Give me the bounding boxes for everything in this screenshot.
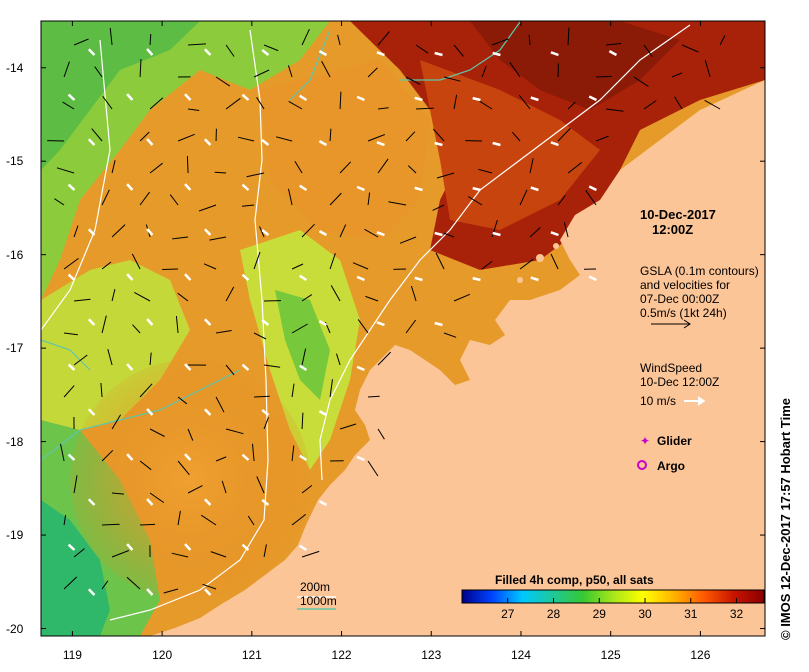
map-date: 10-Dec-2017	[640, 207, 716, 222]
lon-tick-label: 123	[421, 648, 442, 662]
current-arrow	[596, 75, 612, 78]
glider-label: Glider	[657, 434, 692, 448]
lon-tick-label: 119	[62, 648, 82, 662]
gsla-text-1: GSLA (0.1m contours)	[640, 264, 759, 278]
sst-map: ✦	[40, 20, 766, 637]
colorbar-title: Filled 4h comp, p50, all sats	[495, 573, 654, 587]
glider-marker: ✦	[640, 434, 650, 448]
lon-tick-label: 126	[690, 648, 711, 662]
contour-200m-label: 200m	[300, 580, 331, 594]
warm-center	[70, 360, 310, 600]
island	[553, 243, 559, 249]
wind-text-1: WindSpeed	[640, 361, 703, 375]
colorbar-tick-label: 28	[546, 607, 561, 621]
lat-tick-label: -16	[6, 247, 24, 262]
imos-credit: © IMOS 12-Dec-2017 17:57 Hobart Time	[778, 398, 793, 640]
sst-map-figure: ✦ -14 -15 -16 -17 -18 -19 -20 119 120 121 122 123 1…	[0, 0, 809, 672]
island	[536, 254, 544, 262]
contour-1000m-label: 1000m	[300, 594, 337, 608]
colorbar-tick-label: 29	[592, 607, 606, 621]
wind-text-2: 10-Dec 12:00Z	[640, 375, 720, 389]
current-arrow	[186, 155, 189, 174]
lon-tick-label: 120	[152, 648, 173, 662]
island	[517, 277, 523, 283]
lon-tick-label: 125	[600, 648, 621, 662]
lat-tick-label: -20	[6, 621, 24, 636]
lon-tick-label: 124	[510, 648, 531, 662]
colorbar-tick-label: 31	[684, 607, 698, 621]
lon-tick-label: 122	[331, 648, 352, 662]
lat-tick-label: -15	[6, 154, 24, 169]
lat-tick-label: -17	[6, 341, 24, 356]
lon-tick-label: 121	[241, 648, 262, 662]
map-time: 12:00Z	[652, 222, 694, 237]
lat-tick-label: -18	[6, 434, 24, 449]
colorbar-tick-label: 27	[501, 607, 515, 621]
gsla-text-3: 07-Dec 00:00Z	[640, 292, 720, 306]
lat-tick-label: -14	[6, 60, 24, 75]
current-arrow	[162, 268, 179, 270]
argo-label: Argo	[657, 459, 685, 473]
colorbar-tick-label: 32	[729, 607, 744, 621]
gsla-text-4: 0.5m/s (1kt 24h)	[640, 306, 727, 320]
lat-tick-label: -19	[6, 528, 24, 543]
colorbar-tick-label: 30	[638, 607, 652, 621]
current-arrow	[140, 523, 156, 526]
wind-scale-label: 10 m/s	[640, 394, 677, 408]
gsla-text-2: and velocities for	[640, 278, 731, 292]
